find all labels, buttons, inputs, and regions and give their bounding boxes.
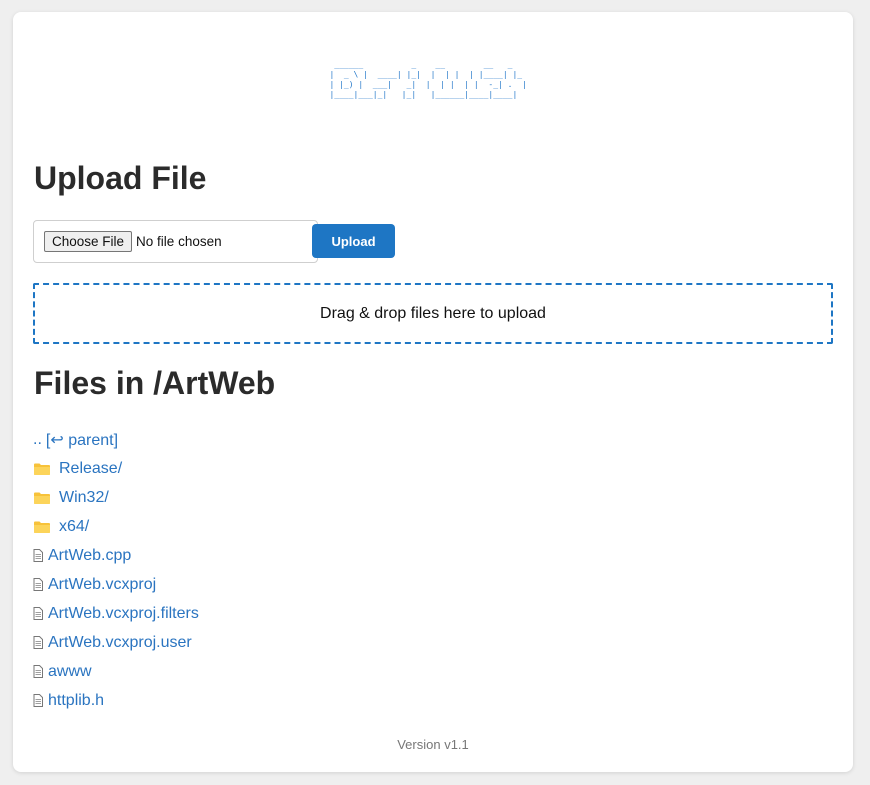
file-link[interactable]: ArtWeb.vcxproj [48, 576, 156, 594]
list-item-file: httplib.h [33, 686, 199, 715]
file-icon [33, 549, 43, 562]
folder-link[interactable]: x64/ [59, 518, 89, 536]
main-card: ______ _ __ __ _ | _ \ | ____| |_| | | |… [13, 12, 853, 772]
file-list: .. [↩ parent] Release/Win32/x64/ArtWeb.c… [33, 425, 199, 715]
drop-zone[interactable]: Drag & drop files here to upload [33, 283, 833, 344]
ascii-logo-text: ______ _ __ __ _ | _ \ | ____| |_| | | |… [329, 60, 527, 99]
list-item-folder: Release/ [33, 454, 199, 483]
files-heading: Files in /ArtWeb [34, 365, 276, 401]
folder-icon [33, 462, 51, 476]
list-item-folder: x64/ [33, 512, 199, 541]
folder-link[interactable]: Release/ [59, 460, 122, 478]
parent-label: parent] [63, 431, 119, 449]
choose-file-button[interactable]: Choose File [44, 231, 133, 252]
parent-dots: .. [33, 430, 42, 448]
file-link[interactable]: httplib.h [48, 692, 104, 710]
file-icon [33, 694, 43, 707]
list-item-file: ArtWeb.vcxproj.user [33, 628, 199, 657]
file-icon [33, 636, 43, 649]
list-item-file: awww [33, 657, 199, 686]
folder-link[interactable]: Win32/ [59, 489, 109, 507]
drop-zone-text: Drag & drop files here to upload [320, 304, 546, 322]
version-label: Version v1.1 [397, 737, 469, 752]
upload-heading: Upload File [34, 160, 207, 196]
file-icon [33, 607, 43, 620]
ascii-logo: ______ _ __ __ _ | _ \ | ____| |_| | | |… [13, 60, 853, 102]
return-arrow-icon: ↩ [50, 431, 64, 449]
list-item-file: ArtWeb.vcxproj [33, 570, 199, 599]
file-link[interactable]: ArtWeb.vcxproj.user [48, 634, 192, 652]
file-status-text: No file chosen [136, 234, 222, 249]
file-icon [33, 578, 43, 591]
list-item-folder: Win32/ [33, 483, 199, 512]
folder-icon [33, 491, 51, 505]
upload-button[interactable]: Upload [312, 224, 395, 258]
list-item-file: ArtWeb.cpp [33, 541, 199, 570]
file-link[interactable]: awww [48, 663, 92, 681]
file-input[interactable]: Choose File No file chosen [33, 220, 318, 263]
file-icon [33, 665, 43, 678]
file-link[interactable]: ArtWeb.cpp [48, 547, 131, 565]
list-item-parent: .. [↩ parent] [33, 425, 199, 454]
list-item-file: ArtWeb.vcxproj.filters [33, 599, 199, 628]
parent-link[interactable]: [↩ parent] [46, 430, 118, 450]
folder-icon [33, 520, 51, 534]
file-link[interactable]: ArtWeb.vcxproj.filters [48, 605, 199, 623]
